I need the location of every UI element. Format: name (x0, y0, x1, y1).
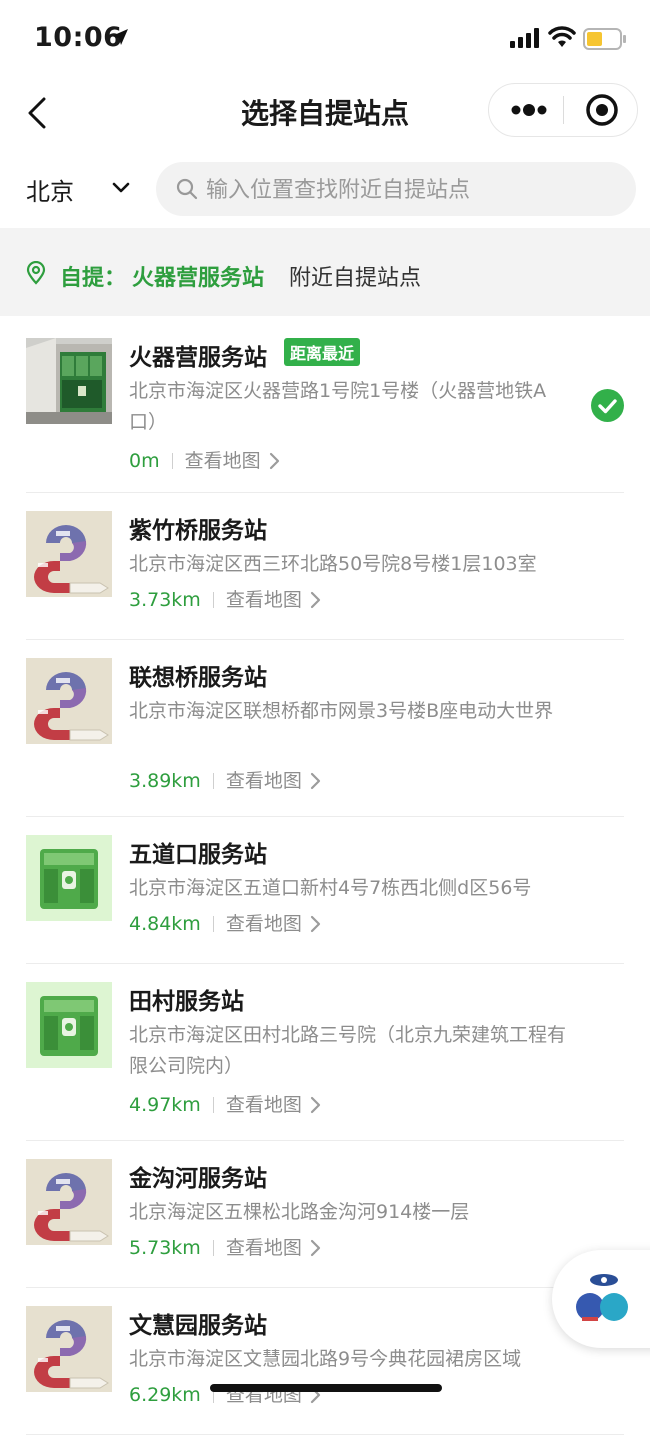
city-selector[interactable]: 北京 (26, 172, 74, 207)
current-pickup-banner: 自提： 火器营服务站 附近自提站点 (0, 228, 650, 316)
nav-bar: 选择自提站点 (0, 78, 650, 144)
search-row: 北京 (0, 160, 650, 218)
view-map-link[interactable]: 查看地图 (226, 1094, 302, 1116)
view-map-link[interactable]: 查看地图 (226, 913, 302, 935)
mini-program-capsule (488, 83, 638, 137)
station-meta: 3.73km 查看地图 (129, 585, 321, 612)
floating-service-badge[interactable] (552, 1250, 650, 1348)
wifi-icon (548, 26, 576, 47)
chevron-right-icon (302, 1237, 321, 1259)
station-name: 五道口服务站 (129, 842, 267, 868)
station-name: 文慧园服务站 (129, 1313, 267, 1339)
station-item[interactable]: 联想桥服务站北京市海淀区联想桥都市网景3号楼B座电动大世界 3.89km 查看地图 (0, 640, 650, 817)
station-thumbnail (26, 835, 112, 921)
station-meta: 4.97km 查看地图 (129, 1090, 321, 1117)
station-name: 紫竹桥服务站 (129, 518, 267, 544)
nearest-tag: 距离最近 (284, 338, 361, 366)
station-address: 北京海淀区五棵松北路金沟河914楼一层 (129, 1201, 470, 1223)
target-icon[interactable] (585, 93, 619, 127)
station-thumbnail (26, 1159, 112, 1245)
station-distance: 4.97km (129, 1094, 201, 1116)
station-address: 北京市海淀区文慧园北路9号今典花园裙房区域 (129, 1348, 522, 1370)
meta-divider (212, 1097, 214, 1113)
chevron-right-icon (261, 450, 280, 472)
search-box[interactable] (156, 162, 636, 216)
station-name: 火器营服务站 (129, 345, 267, 371)
capsule-divider (563, 96, 564, 124)
view-map-link[interactable]: 查看地图 (185, 450, 261, 472)
check-icon (591, 389, 624, 422)
chevron-down-icon[interactable] (112, 182, 130, 194)
station-thumbnail (26, 338, 112, 424)
meta-divider (212, 916, 214, 932)
station-meta: 5.73km 查看地图 (129, 1233, 321, 1260)
more-icon[interactable] (511, 104, 547, 116)
station-item[interactable]: 田村服务站北京市海淀区田村北路三号院（北京九荣建筑工程有限公司院内） 4.97km… (0, 964, 650, 1141)
station-distance: 6.29km (129, 1384, 201, 1406)
location-pin-icon (26, 261, 46, 285)
view-map-link[interactable]: 查看地图 (226, 589, 302, 611)
location-arrow-icon (112, 29, 128, 45)
chevron-right-icon (302, 1094, 321, 1116)
pickup-suffix: 附近自提站点 (289, 266, 422, 291)
battery-icon (583, 28, 626, 50)
station-name: 金沟河服务站 (129, 1166, 267, 1192)
station-thumbnail (26, 658, 112, 744)
view-map-link[interactable]: 查看地图 (226, 1237, 302, 1259)
station-thumbnail (26, 511, 112, 597)
meta-divider (212, 1240, 214, 1256)
station-address: 北京市海淀区五道口新村4号7栋西北侧d区56号 (129, 877, 532, 899)
meta-divider (212, 592, 214, 608)
pickup-station-name: 火器营服务站 (132, 266, 265, 291)
chevron-right-icon (302, 589, 321, 611)
home-indicator (210, 1384, 442, 1392)
station-address: 北京市海淀区联想桥都市网景3号楼B座电动大世界 (129, 700, 554, 722)
search-icon (176, 178, 198, 200)
view-map-link[interactable]: 查看地图 (226, 770, 302, 792)
station-list: 火器营服务站 距离最近北京市海淀区火器营路1号院1号楼（火器营地铁A口） 0m 查看地… (0, 320, 650, 1435)
station-distance: 3.73km (129, 589, 201, 611)
meta-divider (212, 773, 214, 789)
search-input[interactable] (204, 170, 618, 210)
station-meta: 3.89km 查看地图 (129, 766, 321, 793)
station-distance: 3.89km (129, 770, 201, 792)
pickup-label: 自提： (60, 266, 127, 291)
station-item[interactable]: 火器营服务站 距离最近北京市海淀区火器营路1号院1号楼（火器营地铁A口） 0m 查看地… (0, 320, 650, 493)
station-divider (26, 640, 624, 817)
station-item[interactable]: 紫竹桥服务站北京市海淀区西三环北路50号院8号楼1层103室 3.73km 查看地图 (0, 493, 650, 640)
station-name: 田村服务站 (129, 989, 244, 1015)
station-address: 北京市海淀区田村北路三号院（北京九荣建筑工程有限公司院内） (129, 1024, 567, 1077)
meta-divider (171, 453, 173, 469)
status-bar: 10:06 (0, 0, 650, 78)
signal-icon (510, 28, 539, 48)
station-address: 北京市海淀区火器营路1号院1号楼（火器营地铁A口） (129, 380, 547, 433)
station-meta: 4.84km 查看地图 (129, 909, 321, 936)
station-thumbnail (26, 1306, 112, 1392)
station-name: 联想桥服务站 (129, 665, 267, 691)
chevron-right-icon (302, 770, 321, 792)
station-meta: 0m 查看地图 (129, 446, 280, 473)
station-distance: 4.84km (129, 913, 201, 935)
station-item[interactable]: 五道口服务站北京市海淀区五道口新村4号7栋西北侧d区56号 4.84km 查看地图 (0, 817, 650, 964)
station-thumbnail (26, 982, 112, 1068)
station-distance: 5.73km (129, 1237, 201, 1259)
station-item[interactable]: 金沟河服务站北京海淀区五棵松北路金沟河914楼一层 5.73km 查看地图 (0, 1141, 650, 1288)
station-address: 北京市海淀区西三环北路50号院8号楼1层103室 (129, 553, 537, 575)
station-distance: 0m (129, 450, 160, 472)
service-badge-icon (576, 1274, 628, 1321)
chevron-right-icon (302, 913, 321, 935)
